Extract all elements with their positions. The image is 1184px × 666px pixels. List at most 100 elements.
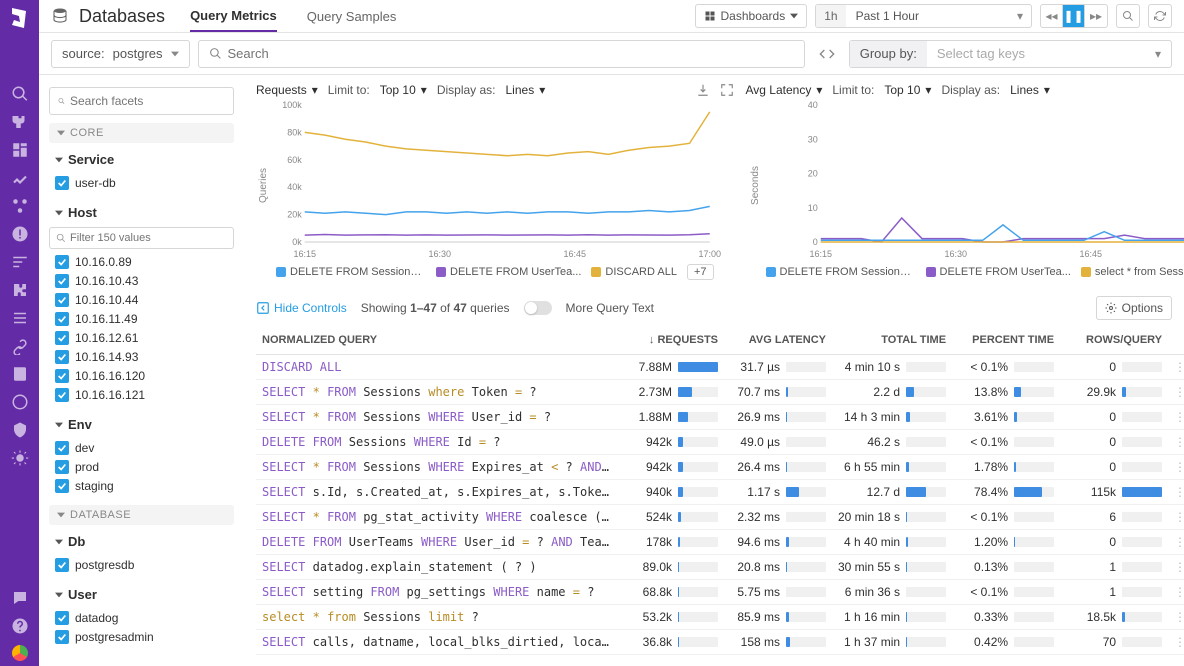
facet-cat-database[interactable]: DATABASE [49,505,234,525]
tab-query-metrics[interactable]: Query Metrics [190,0,277,32]
expand-icon[interactable] [720,83,734,97]
search-icon[interactable] [11,85,29,103]
table-row[interactable]: select * from Sessions limit ?53.2k85.9 … [256,605,1184,630]
facet-search-box[interactable] [49,87,234,115]
dashboards-button[interactable]: Dashboards [695,4,808,28]
legend-item[interactable]: DELETE FROM Sessions ... [766,266,916,278]
table-row[interactable]: DELETE FROM UserTeams WHERE User_id = ? … [256,530,1184,555]
row-menu-button[interactable]: ⋮ [1168,580,1184,605]
hide-controls-button[interactable]: Hide Controls [256,301,347,315]
facet-group-host[interactable]: Host [49,202,234,223]
bug-icon[interactable] [11,449,29,467]
radar-icon[interactable] [11,393,29,411]
more-query-text-toggle[interactable] [524,301,552,315]
col-total[interactable]: TOTAL TIME [832,326,952,355]
facet-item[interactable]: 10.16.0.89 [55,252,234,271]
limit-selector[interactable]: Top 10 ▾ [884,83,931,97]
row-menu-button[interactable]: ⋮ [1168,555,1184,580]
search-box[interactable] [198,40,805,68]
help-icon[interactable] [11,617,29,635]
refresh-button[interactable] [1148,4,1172,28]
facet-group-env[interactable]: Env [49,414,234,435]
book-icon[interactable] [11,365,29,383]
table-row[interactable]: SELECT * FROM pg_stat_activity WHERE coa… [256,505,1184,530]
row-menu-button[interactable]: ⋮ [1168,605,1184,630]
facet-item[interactable]: dev [55,438,234,457]
forward-button[interactable]: ▸▸ [1085,5,1107,27]
shield-icon[interactable] [11,421,29,439]
facet-item[interactable]: 10.16.16.120 [55,366,234,385]
table-row[interactable]: SELECT s.Id, s.Created_at, s.Expires_at,… [256,480,1184,505]
traces-icon[interactable] [11,253,29,271]
row-menu-button[interactable]: ⋮ [1168,355,1184,380]
table-row[interactable]: SELECT * FROM Sessions WHERE User_id = ?… [256,405,1184,430]
list-icon[interactable] [11,309,29,327]
puzzle-icon[interactable] [11,281,29,299]
row-menu-button[interactable]: ⋮ [1168,505,1184,530]
facet-group-db[interactable]: Db [49,531,234,552]
facet-search-input[interactable] [70,94,225,108]
legend-more-button[interactable]: +7 [687,264,714,280]
table-row[interactable]: DELETE FROM Sessions WHERE Id = ?942k49.… [256,430,1184,455]
facet-item[interactable]: 10.16.10.44 [55,290,234,309]
facet-group-service[interactable]: Service [49,149,234,170]
chat-icon[interactable] [11,589,29,607]
row-menu-button[interactable]: ⋮ [1168,380,1184,405]
row-menu-button[interactable]: ⋮ [1168,530,1184,555]
tab-query-samples[interactable]: Query Samples [307,0,397,32]
facet-item[interactable]: staging [55,476,234,495]
metric-selector-requests[interactable]: Requests ▾ [256,83,318,97]
table-row[interactable]: SELECT * FROM Sessions WHERE Expires_at … [256,455,1184,480]
chart-icon[interactable] [11,169,29,187]
table-row[interactable]: SELECT calls, datname, local_blks_dirtie… [256,630,1184,655]
facet-cat-core[interactable]: CORE [49,123,234,143]
table-row[interactable]: SELECT * FROM Sessions where Token = ?2.… [256,380,1184,405]
facet-item[interactable]: 10.16.16.121 [55,385,234,404]
binoculars-icon[interactable] [11,113,29,131]
legend-item[interactable]: DISCARD ALL [591,266,677,278]
col-requests[interactable]: ↓ REQUESTS [616,326,724,355]
group-by-selector[interactable]: Group by: Select tag keys ▾ [849,40,1172,68]
col-query[interactable]: NORMALIZED QUERY [256,326,616,355]
row-menu-button[interactable]: ⋮ [1168,480,1184,505]
export-icon[interactable] [696,83,710,97]
facet-group-user[interactable]: User [49,584,234,605]
code-toggle-button[interactable] [813,40,841,68]
row-menu-button[interactable]: ⋮ [1168,405,1184,430]
facet-item[interactable]: 10.16.11.49 [55,309,234,328]
zoom-button[interactable] [1116,4,1140,28]
dashboard-icon[interactable] [11,141,29,159]
pause-button[interactable]: ❚❚ [1063,5,1085,27]
link-icon[interactable] [11,337,29,355]
host-filter-box[interactable] [49,227,234,249]
row-menu-button[interactable]: ⋮ [1168,455,1184,480]
time-range-picker[interactable]: 1h Past 1 Hour ▾ [815,4,1032,28]
facet-item[interactable]: prod [55,457,234,476]
metric-selector-latency[interactable]: Avg Latency ▾ [746,83,823,97]
facet-item[interactable]: 10.16.10.43 [55,271,234,290]
facet-item[interactable]: postgresadmin [55,627,234,646]
row-menu-button[interactable]: ⋮ [1168,430,1184,455]
source-selector[interactable]: source: postgres [51,40,190,68]
legend-item[interactable]: DELETE FROM UserTea... [926,266,1071,278]
limit-selector[interactable]: Top 10 ▾ [380,83,427,97]
col-rows[interactable]: ROWS/QUERY [1060,326,1168,355]
facet-item[interactable]: 10.16.12.61 [55,328,234,347]
row-menu-button[interactable]: ⋮ [1168,630,1184,655]
legend-item[interactable]: DELETE FROM UserTea... [436,266,581,278]
legend-item[interactable]: DELETE FROM Sessions ... [276,266,426,278]
col-latency[interactable]: AVG LATENCY [724,326,832,355]
facet-item[interactable]: postgresdb [55,555,234,574]
col-percent[interactable]: PERCENT TIME [952,326,1060,355]
table-row[interactable]: SELECT setting FROM pg_settings WHERE na… [256,580,1184,605]
host-filter-input[interactable] [70,232,227,244]
facet-item[interactable]: user-db [55,173,234,192]
display-selector[interactable]: Lines ▾ [506,83,546,97]
search-input[interactable] [228,46,794,61]
facet-item[interactable]: datadog [55,608,234,627]
table-row[interactable]: DISCARD ALL7.88M31.7 µs4 min 10 s< 0.1%0… [256,355,1184,380]
legend-item[interactable]: select * from Sessions l... [1081,266,1184,278]
display-selector[interactable]: Lines ▾ [1010,83,1050,97]
options-button[interactable]: Options [1096,296,1172,320]
rewind-button[interactable]: ◂◂ [1041,5,1063,27]
